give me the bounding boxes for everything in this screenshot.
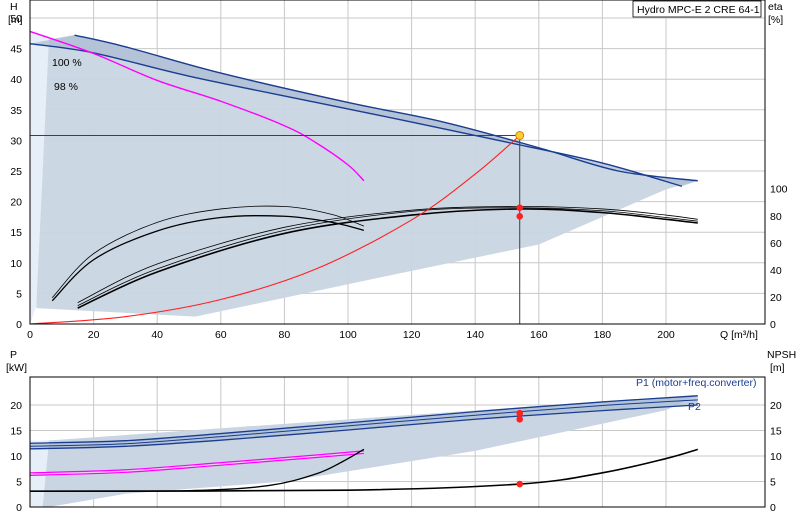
x-tick-label: 160 [530, 329, 548, 341]
x-axis-label-q: Q [m³/h] [720, 329, 758, 341]
x-tick-label: 40 [151, 329, 163, 341]
x-tick-label: 0 [27, 329, 33, 341]
y-tick-label: 35 [10, 105, 22, 117]
x-tick-label: 200 [657, 329, 675, 341]
y2-axis-label-eta: eta [768, 1, 783, 13]
y-tick-label: 0 [16, 502, 22, 514]
y2-tick-label: 20 [770, 400, 782, 412]
pump-performance-chart: 100 % 98 % Hydro MPC-E 2 CRE 64-1 H [m] e… [6, 0, 796, 514]
x-tick-label: 140 [466, 329, 484, 341]
y2-tick-label: 15 [770, 426, 782, 438]
y2-tick-label: 80 [770, 211, 782, 223]
y-axis-label-p: P [10, 349, 17, 361]
y2-axis-label-npsh: NPSH [767, 349, 796, 361]
y2-axis-label-npsh-unit: [m] [770, 362, 785, 374]
y-tick-label: 50 [10, 13, 22, 25]
y2-tick-label: 0 [770, 319, 776, 331]
y2-tick-label: 20 [770, 292, 782, 304]
y-tick-label: 40 [10, 74, 22, 86]
y2-tick-label: 0 [770, 502, 776, 514]
y-tick-label: 5 [16, 477, 22, 489]
y2-axis-label-eta-unit: [%] [768, 14, 783, 26]
y-tick-label: 45 [10, 44, 22, 56]
x-tick-label: 20 [88, 329, 100, 341]
duty-point-efficiency [516, 204, 524, 212]
y2-tick-label: 5 [770, 477, 776, 489]
y-axis-label-p-unit: [kW] [6, 362, 27, 374]
y-tick-label: 25 [10, 166, 22, 178]
legend-p1: P1 (motor+freq.converter) [636, 377, 757, 389]
annotation-98-percent: 98 % [54, 81, 78, 93]
y2-tick-label: 100 [770, 184, 788, 196]
y-tick-label: 0 [16, 319, 22, 331]
x-tick-label: 120 [403, 329, 421, 341]
y2-tick-label: 40 [770, 265, 782, 277]
y-tick-label: 20 [10, 400, 22, 412]
y-axis-label-h: H [10, 1, 18, 13]
x-tick-label: 60 [215, 329, 227, 341]
y-tick-label: 10 [10, 258, 22, 270]
duty-point-power [516, 409, 524, 417]
y-tick-label: 15 [10, 227, 22, 239]
y2-tick-label: 60 [770, 238, 782, 250]
y-tick-label: 5 [16, 288, 22, 300]
y-tick-label: 30 [10, 135, 22, 147]
y-tick-label: 10 [10, 451, 22, 463]
duty-point-power [516, 415, 524, 423]
chart-title: Hydro MPC-E 2 CRE 64-1 [637, 4, 760, 16]
y-tick-label: 15 [10, 426, 22, 438]
x-tick-label: 80 [279, 329, 291, 341]
x-tick-label: 180 [594, 329, 612, 341]
legend-p2: P2 [688, 401, 701, 413]
x-tick-label: 100 [339, 329, 357, 341]
duty-point-power [516, 480, 524, 488]
duty-point-head [515, 131, 525, 141]
y2-tick-label: 10 [770, 451, 782, 463]
y-tick-label: 20 [10, 197, 22, 209]
annotation-100-percent: 100 % [52, 57, 82, 69]
duty-point-efficiency [516, 212, 524, 220]
